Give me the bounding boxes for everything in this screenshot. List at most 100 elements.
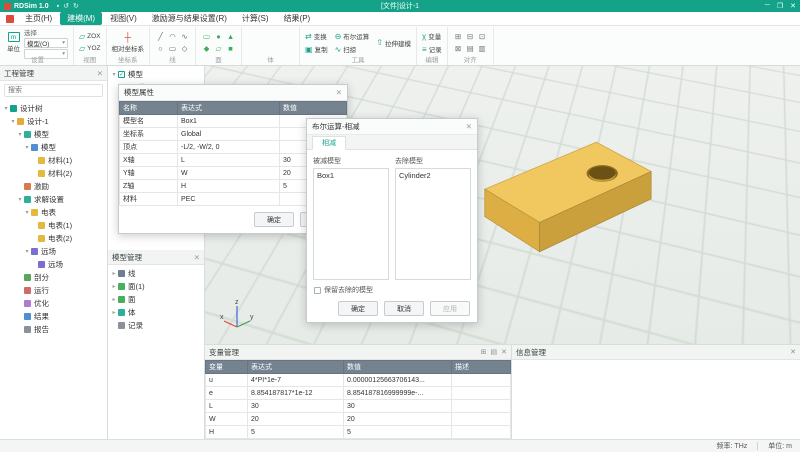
variable-desc-cell[interactable] — [452, 387, 511, 400]
tree-item-solver-settings[interactable]: ▾求解设置 — [0, 193, 107, 206]
sweep-button[interactable]: ∿ 扫掠 — [335, 44, 370, 54]
expander-icon[interactable]: ▾ — [9, 118, 17, 125]
circle-curve-icon[interactable]: ○ — [155, 43, 166, 54]
relative-coordsys-button[interactable]: ┼ 相对坐标系 — [112, 33, 145, 53]
cancel-button[interactable]: 取消 — [384, 301, 424, 316]
ok-button[interactable]: 确定 — [338, 301, 378, 316]
tree-item-farfield-group[interactable]: ▾远场 — [0, 245, 107, 258]
search-input[interactable] — [4, 84, 103, 97]
menu-home[interactable]: 主页(H) — [18, 12, 59, 25]
tree-item-excitation[interactable]: 激励 — [0, 180, 107, 193]
close-icon[interactable]: ✕ — [790, 348, 796, 356]
minimize-button[interactable]: ─ — [765, 2, 770, 10]
file-menu-icon[interactable] — [6, 15, 14, 23]
align-center-icon[interactable]: ⊟ — [465, 31, 476, 42]
tree-item-mgr-lines[interactable]: ▸线 — [108, 267, 204, 280]
tree-item-meter-group[interactable]: ▾电表 — [0, 206, 107, 219]
expander-icon[interactable]: ▸ — [110, 270, 118, 277]
expander-icon[interactable]: ▾ — [16, 196, 24, 203]
rect-curve-icon[interactable]: ▭ — [167, 43, 178, 54]
menu-modeling[interactable]: 建模(M) — [60, 12, 102, 25]
transform-button[interactable]: ⇄ 变换 — [305, 31, 328, 41]
save-icon[interactable]: ▪ — [57, 3, 59, 10]
model-properties-dialog-header[interactable]: 模型属性 ✕ — [119, 85, 347, 101]
property-expr-cell[interactable]: H — [178, 180, 280, 193]
line-segment-icon[interactable]: ╱ — [155, 31, 166, 42]
tree-item-model-root[interactable]: ▾✓模型 — [108, 68, 204, 81]
expander-icon[interactable]: ▾ — [23, 209, 31, 216]
tree-item-design-1[interactable]: ▾设计-1 — [0, 115, 107, 128]
polygon-curve-icon[interactable]: ◇ — [179, 43, 190, 54]
tree-item-report[interactable]: 报告 — [0, 323, 107, 336]
close-icon[interactable]: ✕ — [466, 122, 472, 131]
close-icon[interactable]: ✕ — [336, 88, 342, 97]
minuend-listbox[interactable]: Box1 — [313, 168, 389, 280]
circle-face-icon[interactable]: ● — [213, 31, 224, 42]
triangle-face-icon[interactable]: ▲ — [225, 31, 236, 42]
variable-desc-cell[interactable] — [452, 413, 511, 426]
expander-icon[interactable]: ▸ — [110, 296, 118, 303]
variable-name-cell[interactable]: L — [206, 400, 248, 413]
tree-item-run[interactable]: 运行 — [0, 284, 107, 297]
align-middle-icon[interactable]: ▤ — [465, 43, 476, 54]
tree-item-meter-2[interactable]: 电表(2) — [0, 232, 107, 245]
expander-icon[interactable]: ▾ — [23, 248, 31, 255]
tree-item-design-tree[interactable]: ▾设计树 — [0, 102, 107, 115]
align-left-icon[interactable]: ⊞ — [453, 31, 464, 42]
tree-item-farfield[interactable]: 远场 — [0, 258, 107, 271]
align-top-icon[interactable]: ⊠ — [453, 43, 464, 54]
extrude-button[interactable]: ⇧ 拉伸建模 — [376, 38, 411, 48]
variable-desc-cell[interactable] — [452, 374, 511, 387]
spline-icon[interactable]: ∿ — [179, 31, 190, 42]
property-expr-cell[interactable]: -L/2, -W/2, 0 — [178, 141, 280, 154]
tab-subtract[interactable]: 相减 — [312, 136, 346, 150]
property-expr-cell[interactable]: W — [178, 167, 280, 180]
variable-expr-cell[interactable]: 4*PI*1e-7 — [248, 374, 344, 387]
tree-item-meter-1[interactable]: 电表(1) — [0, 219, 107, 232]
align-bottom-icon[interactable]: ▥ — [477, 43, 488, 54]
tree-item-mgr-face[interactable]: ▸面 — [108, 293, 204, 306]
variable-expr-cell[interactable]: 30 — [248, 400, 344, 413]
tree-item-material-1[interactable]: 材料(1) — [0, 154, 107, 167]
copy-button[interactable]: ▣ 复制 — [305, 44, 328, 54]
tree-item-mgr-solid[interactable]: ▸体 — [108, 306, 204, 319]
arc-icon[interactable]: ◠ — [167, 31, 178, 42]
rect-face-icon[interactable]: ▭ — [201, 31, 212, 42]
property-expr-cell[interactable]: Box1 — [178, 115, 280, 128]
menu-excitation-results[interactable]: 激励源与结果设置(R) — [145, 12, 234, 25]
tree-item-results[interactable]: 结果 — [0, 310, 107, 323]
add-variable-icon[interactable]: ⊞ — [481, 348, 487, 356]
boolean-dialog-header[interactable]: 布尔运算-相减 ✕ — [307, 119, 477, 135]
model-select-dropdown[interactable]: 模型(O) ▾ — [24, 38, 68, 48]
variable-expr-cell[interactable]: 8.854187817*1e-12 — [248, 387, 344, 400]
variable-button[interactable]: χ 变量 — [422, 31, 442, 41]
maximize-button[interactable]: ❐ — [777, 2, 783, 10]
apply-button[interactable]: 应用 — [430, 301, 470, 316]
tree-item-mgr-face-1[interactable]: ▸面(1) — [108, 280, 204, 293]
variable-name-cell[interactable]: e — [206, 387, 248, 400]
list-item-cylinder2[interactable]: Cylinder2 — [399, 171, 467, 180]
variable-list-icon[interactable]: ▤ — [491, 348, 498, 356]
tree-item-optimize[interactable]: 优化 — [0, 297, 107, 310]
expander-icon[interactable]: ▾ — [110, 71, 118, 78]
unit-button[interactable]: m 单位 — [7, 32, 20, 53]
variable-name-cell[interactable]: H — [206, 426, 248, 439]
tree-item-mesh[interactable]: 剖分 — [0, 271, 107, 284]
close-icon[interactable]: ✕ — [97, 69, 103, 78]
property-expr-cell[interactable]: Global — [178, 128, 280, 141]
align-right-icon[interactable]: ⊡ — [477, 31, 488, 42]
tree-item-material-2[interactable]: 材料(2) — [0, 167, 107, 180]
diamond-face-icon[interactable]: ◆ — [201, 43, 212, 54]
tree-item-model-group[interactable]: ▾模型 — [0, 128, 107, 141]
keep-removed-checkbox[interactable] — [314, 287, 321, 294]
yoz-view-button[interactable]: ▱ YOZ — [79, 44, 101, 53]
property-expr-cell[interactable]: L — [178, 154, 280, 167]
expander-icon[interactable]: ▾ — [2, 105, 10, 112]
filled-face-icon[interactable]: ■ — [225, 43, 236, 54]
variable-desc-cell[interactable] — [452, 426, 511, 439]
close-icon[interactable]: ✕ — [194, 253, 200, 262]
variable-name-cell[interactable]: u — [206, 374, 248, 387]
variable-expr-cell[interactable]: 5 — [248, 426, 344, 439]
boolean-button[interactable]: ⊖ 布尔运算 — [335, 31, 370, 41]
parallelogram-face-icon[interactable]: ▱ — [213, 43, 224, 54]
